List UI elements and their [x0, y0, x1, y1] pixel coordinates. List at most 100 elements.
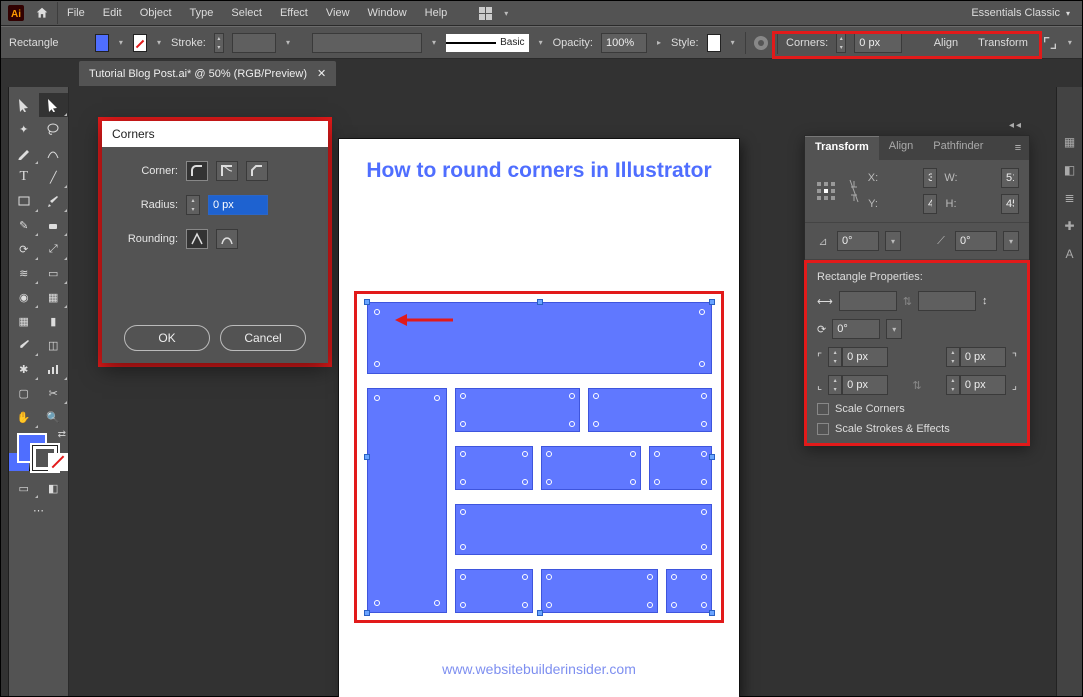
- corners-field[interactable]: [854, 33, 902, 53]
- recolor-icon[interactable]: [753, 33, 769, 53]
- slice-tool[interactable]: ✂: [39, 381, 69, 405]
- dock-icon[interactable]: A: [1065, 247, 1073, 261]
- artboard-tool[interactable]: ▢: [9, 381, 39, 405]
- curvature-tool[interactable]: [39, 141, 69, 165]
- isolate-icon[interactable]: [1042, 33, 1058, 53]
- dock-icon[interactable]: ◧: [1064, 163, 1075, 177]
- swap-fill-stroke-icon[interactable]: ⇄: [58, 429, 66, 440]
- corner-round-option[interactable]: [186, 161, 208, 181]
- paintbrush-tool[interactable]: [39, 189, 69, 213]
- w-field[interactable]: [1001, 168, 1019, 188]
- rounding-absolute-option[interactable]: [186, 229, 208, 249]
- shape-builder-tool[interactable]: ◉: [9, 285, 39, 309]
- tab-transform[interactable]: Transform: [805, 136, 879, 160]
- rect-shape[interactable]: [541, 569, 658, 613]
- tab-align[interactable]: Align: [879, 136, 923, 160]
- opacity-dropdown[interactable]: ▸: [655, 34, 663, 52]
- rect-shape[interactable]: [455, 569, 533, 613]
- rect-angle-dropdown[interactable]: ▾: [886, 319, 902, 339]
- rect-shape[interactable]: [666, 569, 712, 613]
- opacity-field[interactable]: [601, 33, 647, 53]
- radius-field[interactable]: [208, 195, 268, 215]
- arrange-docs-dropdown[interactable]: ▾: [500, 4, 512, 22]
- menu-window[interactable]: Window: [359, 3, 416, 23]
- tab-pathfinder[interactable]: Pathfinder: [923, 136, 993, 160]
- shaper-tool[interactable]: ✎: [9, 213, 39, 237]
- rect-angle-field[interactable]: [832, 319, 880, 339]
- stroke-weight-dropdown[interactable]: ▾: [284, 34, 292, 52]
- rounding-relative-option[interactable]: [216, 229, 238, 249]
- rect-shape[interactable]: [455, 504, 712, 555]
- symbol-sprayer-tool[interactable]: ✱: [9, 357, 39, 381]
- width-tool[interactable]: ≋: [9, 261, 39, 285]
- brush-preview[interactable]: Basic: [446, 34, 528, 52]
- menu-help[interactable]: Help: [416, 3, 457, 23]
- rect-w-field[interactable]: [839, 291, 897, 311]
- style-dropdown[interactable]: ▾: [729, 34, 737, 52]
- document-tab[interactable]: Tutorial Blog Post.ai* @ 50% (RGB/Previe…: [79, 61, 336, 86]
- line-tool[interactable]: ╱: [39, 165, 69, 189]
- rect-shape[interactable]: [367, 388, 447, 613]
- align-link[interactable]: Align: [928, 35, 964, 51]
- fill-swatch[interactable]: [95, 34, 109, 52]
- cancel-button[interactable]: Cancel: [220, 325, 306, 351]
- app-logo[interactable]: Ai: [5, 4, 27, 22]
- link-corners-icon[interactable]: ⇅: [894, 379, 940, 392]
- corner-tr-field[interactable]: [960, 347, 1006, 367]
- panel-collapse-icon[interactable]: ◂◂: [1009, 120, 1023, 131]
- link-wh-icon[interactable]: [847, 177, 859, 205]
- corners-spinner[interactable]: ▴▾: [836, 33, 846, 53]
- angle-dropdown[interactable]: ▾: [885, 231, 901, 251]
- eyedropper-tool[interactable]: [9, 333, 39, 357]
- arrange-docs-icon[interactable]: [474, 4, 496, 22]
- stroke-weight-spinner[interactable]: ▴▾: [214, 33, 224, 53]
- hand-tool[interactable]: ✋: [9, 405, 39, 429]
- none-mode[interactable]: [48, 453, 68, 471]
- fill-dropdown[interactable]: ▾: [117, 34, 125, 52]
- dock-icon[interactable]: ✚: [1064, 219, 1074, 233]
- stroke-weight-field[interactable]: [232, 33, 276, 53]
- menu-select[interactable]: Select: [222, 3, 271, 23]
- lasso-tool[interactable]: [39, 117, 69, 141]
- corner-chamfer-option[interactable]: [246, 161, 268, 181]
- rect-shape[interactable]: [588, 388, 712, 432]
- type-tool[interactable]: T: [9, 165, 39, 189]
- corner-bl-field[interactable]: [842, 375, 888, 395]
- shear-dropdown[interactable]: ▾: [1003, 231, 1019, 251]
- rectangle-tool[interactable]: [9, 189, 39, 213]
- vsp-field[interactable]: [312, 33, 422, 53]
- scale-tool[interactable]: ⤢: [39, 237, 69, 261]
- zoom-tool[interactable]: 🔍: [39, 405, 69, 429]
- h-field[interactable]: [1001, 194, 1019, 214]
- scale-strokes-checkbox[interactable]: Scale Strokes & Effects: [817, 423, 1017, 435]
- eraser-tool[interactable]: [39, 213, 69, 237]
- menu-file[interactable]: File: [58, 3, 94, 23]
- rect-h-field[interactable]: [918, 291, 976, 311]
- screen-mode[interactable]: ▭: [9, 477, 39, 499]
- mesh-tool[interactable]: ▦: [9, 309, 39, 333]
- scale-corners-checkbox[interactable]: Scale Corners: [817, 403, 1017, 415]
- rect-shape[interactable]: [541, 446, 641, 490]
- reference-point-icon[interactable]: [815, 180, 841, 202]
- stroke-dropdown[interactable]: ▾: [155, 34, 163, 52]
- ok-button[interactable]: OK: [124, 325, 210, 351]
- magic-wand-tool[interactable]: ✦: [9, 117, 39, 141]
- vsp-dropdown[interactable]: ▾: [430, 34, 438, 52]
- menu-view[interactable]: View: [317, 3, 359, 23]
- corner-bl-spinner[interactable]: ▴▾: [828, 375, 842, 395]
- menu-edit[interactable]: Edit: [94, 3, 131, 23]
- direct-selection-tool[interactable]: [39, 93, 69, 117]
- rect-shape[interactable]: [455, 446, 533, 490]
- pen-tool[interactable]: [9, 141, 39, 165]
- home-icon[interactable]: [31, 4, 53, 22]
- corner-tl-spinner[interactable]: ▴▾: [828, 347, 842, 367]
- controlbar-more[interactable]: ▾: [1066, 34, 1074, 52]
- menu-effect[interactable]: Effect: [271, 3, 317, 23]
- radius-spinner[interactable]: ▴▾: [186, 195, 200, 215]
- blend-tool[interactable]: ◫: [39, 333, 69, 357]
- panel-menu-icon[interactable]: ≡: [1007, 136, 1029, 160]
- rotate-tool[interactable]: ⟳: [9, 237, 39, 261]
- corner-tl-field[interactable]: [842, 347, 888, 367]
- x-field[interactable]: [923, 168, 937, 188]
- perspective-tool[interactable]: ▦: [39, 285, 69, 309]
